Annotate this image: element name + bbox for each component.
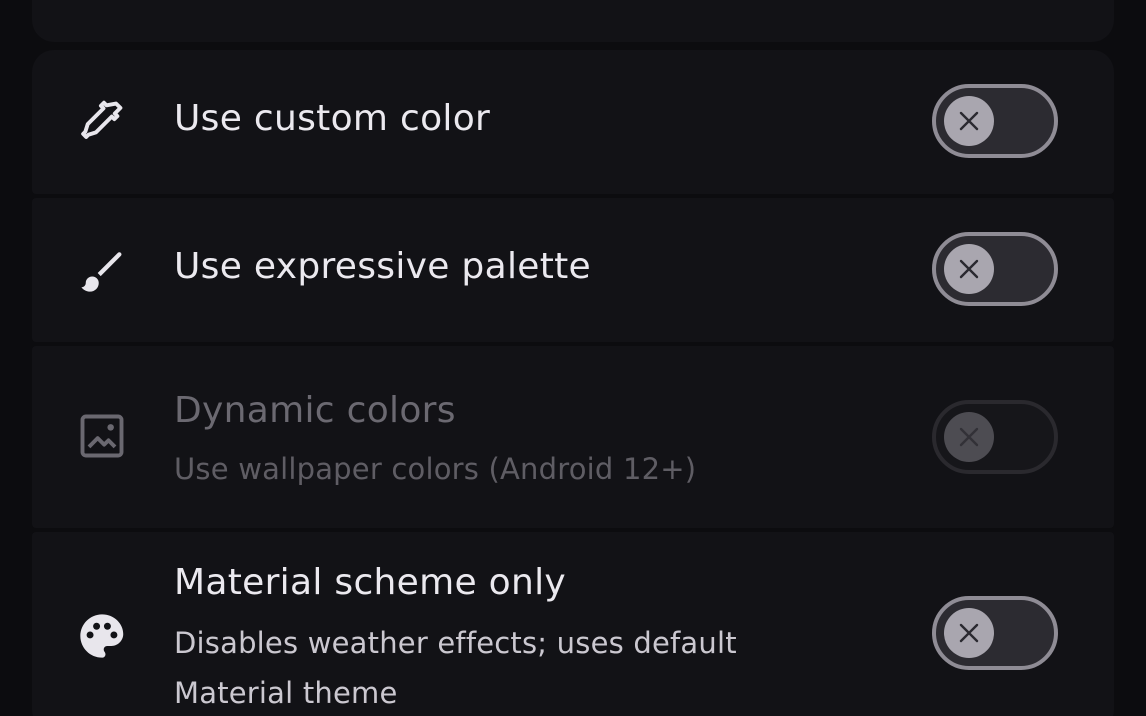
setting-title: Material scheme only [174, 562, 567, 603]
setting-use-custom-color[interactable]: Use custom color [32, 50, 1114, 194]
setting-material-scheme-only[interactable]: Material scheme only Disables weather ef… [32, 532, 1114, 716]
close-icon [959, 623, 979, 643]
close-icon [959, 111, 979, 131]
switch-thumb [944, 412, 994, 462]
wallpaper-icon [76, 410, 128, 462]
switch-thumb [944, 96, 994, 146]
eyedropper-icon [76, 96, 128, 148]
expressive-palette-switch[interactable] [932, 232, 1058, 306]
material-scheme-switch[interactable] [932, 596, 1058, 670]
close-icon [959, 427, 979, 447]
switch-thumb [944, 608, 994, 658]
switch-thumb [944, 244, 994, 294]
previous-setting-card [32, 0, 1114, 42]
dynamic-colors-switch [932, 400, 1058, 474]
setting-title: Use custom color [174, 98, 491, 139]
palette-icon [76, 610, 128, 662]
custom-color-switch[interactable] [932, 84, 1058, 158]
close-icon [959, 259, 979, 279]
settings-screen: Use custom color Use expressive palette [0, 0, 1146, 716]
setting-description: Use wallpaper colors (Android 12+) [174, 452, 697, 486]
setting-title: Use expressive palette [174, 246, 591, 287]
setting-use-expressive-palette[interactable]: Use expressive palette [32, 198, 1114, 342]
setting-title: Dynamic colors [174, 390, 456, 431]
setting-dynamic-colors: Dynamic colors Use wallpaper colors (And… [32, 346, 1114, 528]
brush-icon [76, 244, 128, 296]
setting-description: Disables weather effects; uses default M… [174, 626, 737, 710]
